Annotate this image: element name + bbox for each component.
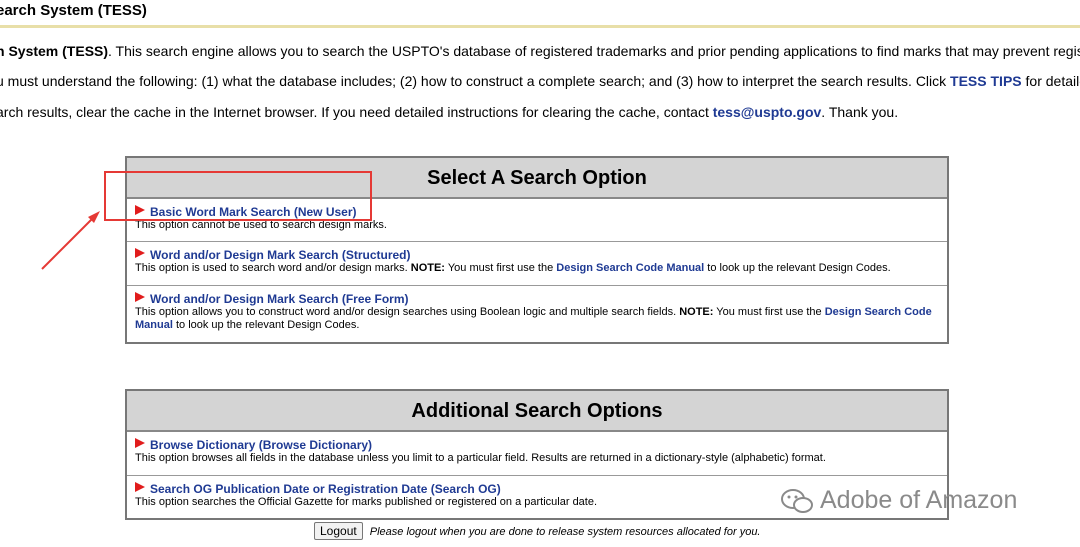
- logout-button[interactable]: Logout: [314, 522, 363, 540]
- highlight-box: [104, 171, 372, 221]
- logout-note: Please logout when you are done to relea…: [369, 526, 761, 538]
- option-description: This option allows you to construct word…: [135, 306, 939, 332]
- intro-text: for detailed: [1025, 73, 1080, 89]
- panel-title: Additional Search Options: [127, 391, 947, 432]
- option-structured: Word and/or Design Mark Search (Structur…: [127, 242, 947, 286]
- bullet-arrow-icon: [135, 482, 145, 492]
- search-og-link[interactable]: Search OG Publication Date or Registrati…: [150, 482, 501, 496]
- desc-text: to look up the relevant Design Codes.: [704, 262, 891, 274]
- note-label: NOTE:: [410, 262, 445, 274]
- note-label: NOTE:: [679, 306, 714, 318]
- intro-line-2: u must understand the following: (1) wha…: [0, 73, 1080, 89]
- option-description: This option browses all fields in the da…: [135, 452, 826, 464]
- intro-text: u must understand the following: (1) wha…: [0, 73, 951, 89]
- bullet-arrow-icon: [135, 438, 145, 448]
- intro-line-1: n System (TESS). This search engine allo…: [0, 43, 1080, 59]
- intro-line-3: arch results, clear the cache in the Int…: [0, 104, 898, 120]
- email-link[interactable]: tess@uspto.gov: [713, 104, 822, 120]
- option-description: This option is used to search word and/o…: [135, 262, 939, 275]
- desc-text: This option allows you to construct word…: [135, 306, 680, 318]
- desc-text: This option is used to search word and/o…: [135, 262, 411, 274]
- design-code-manual-link[interactable]: Design Search Code Manual: [556, 262, 704, 274]
- intro-bold: n System (TESS): [0, 43, 109, 59]
- watermark-text: Adobe of Amazon: [820, 486, 1018, 514]
- desc-text: You must first use the: [444, 262, 557, 274]
- watermark: Adobe of Amazon: [780, 486, 1017, 515]
- free-form-search-link[interactable]: Word and/or Design Mark Search (Free For…: [150, 292, 409, 306]
- logout-row: Logout Please logout when you are done t…: [314, 522, 761, 540]
- wechat-icon: [781, 488, 813, 513]
- structured-search-link[interactable]: Word and/or Design Mark Search (Structur…: [150, 248, 411, 262]
- bullet-arrow-icon: [135, 248, 145, 258]
- desc-text: You must first use the: [713, 306, 825, 318]
- annotation-arrow-icon: [41, 211, 100, 270]
- tess-tips-link[interactable]: TESS TIPS: [950, 73, 1022, 89]
- intro-text: . This search engine allows you to searc…: [108, 43, 1080, 59]
- option-browse-dictionary: Browse Dictionary (Browse Dictionary) Th…: [127, 432, 947, 476]
- bullet-arrow-icon: [135, 292, 145, 302]
- page-title-bar: earch System (TESS): [0, 0, 1080, 28]
- option-free-form: Word and/or Design Mark Search (Free For…: [127, 286, 947, 342]
- page-title: earch System (TESS): [0, 2, 147, 19]
- intro-text: . Thank you.: [821, 104, 899, 120]
- browse-dictionary-link[interactable]: Browse Dictionary (Browse Dictionary): [150, 438, 372, 452]
- desc-text: to look up the relevant Design Codes.: [172, 319, 360, 331]
- intro-text: arch results, clear the cache in the Int…: [0, 104, 713, 120]
